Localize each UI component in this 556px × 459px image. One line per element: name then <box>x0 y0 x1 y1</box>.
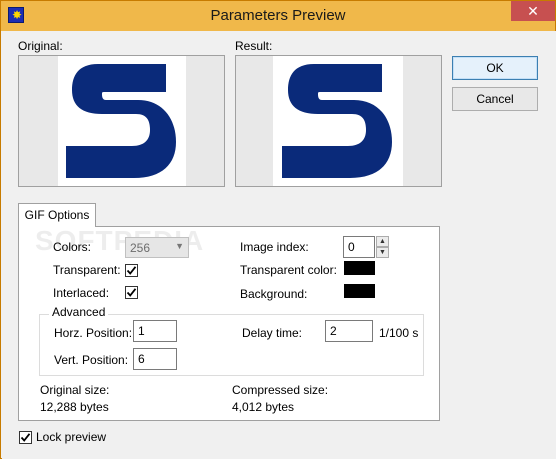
interlaced-label: Interlaced: <box>53 286 110 300</box>
colors-select[interactable]: 256 ▼ <box>125 237 189 258</box>
colors-label: Colors: <box>53 240 92 254</box>
result-label: Result: <box>235 39 273 53</box>
vert-position-label: Vert. Position: <box>54 353 129 367</box>
image-index-input[interactable]: 0 <box>343 236 375 258</box>
background-label: Background: <box>240 287 308 301</box>
transparent-color-swatch[interactable] <box>344 261 375 275</box>
original-label: Original: <box>18 39 63 53</box>
original-size-label: Original size: <box>40 383 110 397</box>
interlaced-checkbox[interactable] <box>125 286 138 299</box>
compressed-size-value: 4,012 bytes <box>232 400 295 414</box>
delay-unit-label: 1/100 s <box>379 326 419 340</box>
delay-time-input[interactable]: 2 <box>325 320 373 342</box>
background-color-swatch[interactable] <box>344 284 375 298</box>
image-index-label: Image index: <box>240 240 309 254</box>
original-preview <box>18 55 225 187</box>
lock-preview-label[interactable]: Lock preview <box>36 430 106 444</box>
transparent-label: Transparent: <box>53 263 121 277</box>
original-image <box>58 56 186 186</box>
cancel-button[interactable]: Cancel <box>452 87 538 111</box>
window-title: Parameters Preview <box>210 7 346 24</box>
original-size-value: 12,288 bytes <box>40 400 109 414</box>
dialog-client: Original: Result: OK Cancel GIF Options <box>2 31 556 459</box>
check-icon <box>126 288 137 297</box>
check-icon <box>20 433 31 442</box>
gif-options-panel: SOFTPEDIA Colors: 256 ▼ Image index: 0 ▲… <box>18 225 440 421</box>
delay-time-label: Delay time: <box>242 326 303 340</box>
horz-position-input[interactable]: 1 <box>133 320 177 342</box>
horz-position-label: Horz. Position: <box>54 326 133 340</box>
spin-down-button[interactable]: ▼ <box>376 247 389 258</box>
close-button[interactable]: ✕ <box>511 1 555 21</box>
result-image <box>273 56 403 186</box>
vert-position-input[interactable]: 6 <box>133 348 177 370</box>
transparent-color-label: Transparent color: <box>240 263 337 277</box>
parameters-preview-window: ✸ Parameters Preview ✕ Original: Result:… <box>0 0 556 459</box>
transparent-checkbox[interactable] <box>125 264 138 277</box>
advanced-title: Advanced <box>49 305 109 319</box>
result-preview <box>235 55 442 187</box>
title-bar[interactable]: ✸ Parameters Preview ✕ <box>1 1 555 31</box>
compressed-size-label: Compressed size: <box>232 383 329 397</box>
lock-preview-checkbox[interactable] <box>19 431 32 444</box>
check-icon <box>126 266 137 275</box>
ok-button[interactable]: OK <box>452 56 538 80</box>
spin-up-button[interactable]: ▲ <box>376 236 389 247</box>
colors-value: 256 <box>130 241 151 255</box>
chevron-down-icon: ▼ <box>175 241 184 251</box>
tab-gif-options[interactable]: GIF Options <box>18 203 96 227</box>
